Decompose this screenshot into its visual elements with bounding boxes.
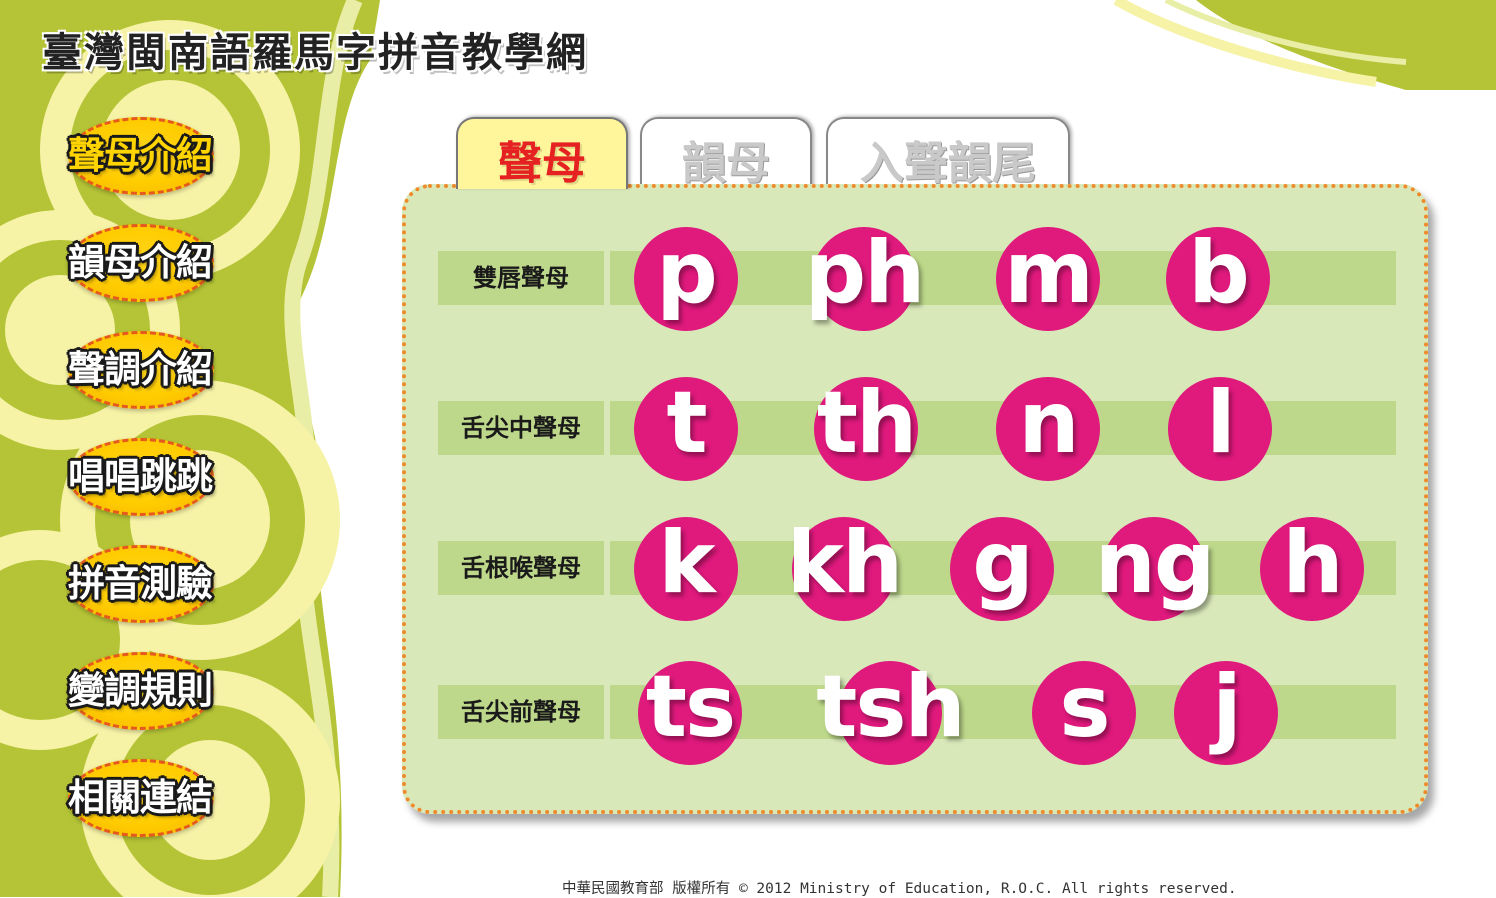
initial-letter: b <box>1188 223 1250 323</box>
tab-label: 入聲韻尾 <box>860 138 1036 189</box>
initial-letter: k <box>658 513 715 613</box>
sidebar-item-label: 拼音測驗 <box>68 562 213 605</box>
initial-m-button[interactable]: m <box>996 223 1100 331</box>
group-label: 舌尖中聲母 <box>461 414 581 442</box>
initial-l-button[interactable]: l <box>1168 373 1272 481</box>
initial-tsh-button[interactable]: tsh <box>816 657 966 765</box>
sidebar-item-label: 相關連結 <box>68 776 213 819</box>
sidebar-nav: 聲母介紹 韻母介紹 聲調介紹 唱唱跳跳 拼音測驗 變調規則 相關連結 <box>0 95 330 855</box>
corner-swirl-art <box>1076 0 1496 90</box>
initial-k-button[interactable]: k <box>634 513 738 621</box>
group-label: 雙唇聲母 <box>473 264 569 292</box>
row-divider <box>604 251 610 305</box>
row-divider <box>604 685 610 739</box>
tab-initials[interactable]: 聲母 <box>456 117 628 189</box>
tab-finals[interactable]: 韻母 <box>640 117 812 189</box>
initial-h-button[interactable]: h <box>1260 513 1364 621</box>
initial-th-button[interactable]: th <box>814 373 918 481</box>
initials-panel: 雙唇聲母 p ph m b 舌尖中聲母 t th n l 舌根喉聲母 k kh … <box>402 184 1428 814</box>
group-label: 舌尖前聲母 <box>461 698 581 726</box>
sidebar-item-tones[interactable]: 聲調介紹 <box>40 317 240 409</box>
initial-ts-button[interactable]: ts <box>638 657 742 765</box>
initial-letter: m <box>1004 223 1094 323</box>
initial-letter: ts <box>645 657 736 757</box>
initial-letter: p <box>656 223 718 323</box>
tab-label: 韻母 <box>682 138 770 189</box>
initials-group-row: 舌根喉聲母 k kh g ng h <box>406 513 1424 623</box>
sidebar-item-finals[interactable]: 韻母介紹 <box>40 210 240 302</box>
initial-letter: h <box>1282 513 1343 613</box>
sidebar-item-links[interactable]: 相關連結 <box>40 745 240 837</box>
initial-n-button[interactable]: n <box>996 373 1100 481</box>
initial-letter: n <box>1018 373 1079 473</box>
site-title: 臺灣閩南語羅馬字拼音教學網 <box>42 30 588 76</box>
sidebar-item-label: 聲母介紹 <box>68 134 213 177</box>
initial-letter: tsh <box>816 657 966 757</box>
initials-group-row: 舌尖前聲母 ts tsh s j <box>406 657 1424 767</box>
initial-j-button[interactable]: j <box>1174 657 1278 765</box>
initial-letter: l <box>1206 373 1236 473</box>
sidebar-item-label: 聲調介紹 <box>68 348 213 391</box>
initial-t-button[interactable]: t <box>634 373 738 481</box>
tab-label: 聲母 <box>498 138 586 189</box>
row-divider <box>604 541 610 595</box>
initial-kh-button[interactable]: kh <box>787 513 903 621</box>
initial-letter: j <box>1212 657 1242 757</box>
copyright-footer: 中華民國教育部 版權所有 © 2012 Ministry of Educatio… <box>562 881 1237 897</box>
initial-letter: kh <box>786 513 903 613</box>
initial-letter: g <box>972 513 1034 613</box>
sidebar-item-label: 變調規則 <box>68 669 213 712</box>
initial-letter: th <box>816 373 917 473</box>
initial-ph-button[interactable]: ph <box>805 223 925 331</box>
initial-letter: t <box>666 373 707 473</box>
sidebar-item-label: 唱唱跳跳 <box>68 455 213 498</box>
initial-letter: ng <box>1094 513 1216 613</box>
initial-p-button[interactable]: p <box>634 223 738 331</box>
initial-b-button[interactable]: b <box>1166 223 1270 331</box>
initial-s-button[interactable]: s <box>1032 657 1136 765</box>
initial-ng-button[interactable]: ng <box>1095 513 1215 621</box>
initial-g-button[interactable]: g <box>950 513 1054 621</box>
sidebar-item-quiz[interactable]: 拼音測驗 <box>40 531 240 623</box>
tab-checked-endings[interactable]: 入聲韻尾 <box>826 117 1070 189</box>
initials-group-row: 舌尖中聲母 t th n l <box>406 373 1424 483</box>
initial-letter: s <box>1059 657 1110 757</box>
sidebar-item-sing-dance[interactable]: 唱唱跳跳 <box>40 424 240 516</box>
sidebar-item-initials[interactable]: 聲母介紹 <box>40 103 240 195</box>
initials-group-row: 雙唇聲母 p ph m b <box>406 223 1424 333</box>
row-divider <box>604 401 610 455</box>
sidebar-item-tone-sandhi[interactable]: 變調規則 <box>40 638 240 730</box>
initial-letter: ph <box>804 223 926 323</box>
group-label: 舌根喉聲母 <box>461 554 581 582</box>
sidebar-item-label: 韻母介紹 <box>68 241 213 284</box>
